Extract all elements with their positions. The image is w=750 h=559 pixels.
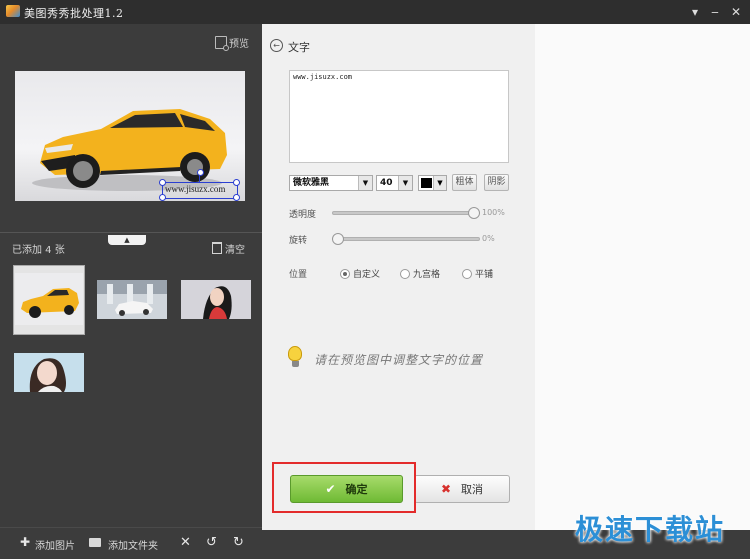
close-button[interactable]: ✕ bbox=[727, 3, 745, 21]
resize-handle-tl[interactable] bbox=[159, 179, 166, 186]
preview-image[interactable]: www.jisuzx.com bbox=[15, 71, 245, 201]
preview-icon bbox=[215, 36, 229, 51]
radio-custom[interactable]: 自定义 bbox=[340, 267, 380, 280]
lightbulb-base bbox=[292, 361, 299, 367]
hint-text: 请在预览图中调整文字的位置 bbox=[314, 353, 484, 367]
color-swatch bbox=[421, 178, 432, 188]
confirm-highlight-box bbox=[272, 462, 416, 513]
rotate-label: 旋转 bbox=[289, 236, 308, 246]
thumbnail-portrait-2-image bbox=[14, 353, 84, 392]
thumbnail-portrait-1[interactable] bbox=[181, 280, 251, 319]
thumbnail-portrait-2[interactable] bbox=[14, 353, 84, 392]
add-icon: ✚ bbox=[20, 535, 31, 549]
radio-grid[interactable]: 九宫格 bbox=[400, 267, 440, 280]
thumbnail-car-yellow-image bbox=[15, 273, 83, 325]
bold-button[interactable]: 粗体 bbox=[452, 174, 477, 191]
thumbnail-car-white[interactable] bbox=[97, 280, 167, 319]
watermark-text: www.jisuzx.com bbox=[165, 184, 226, 194]
position-label: 位置 bbox=[289, 270, 308, 280]
cancel-label: 取消 bbox=[461, 483, 484, 496]
window-title: 美图秀秀批处理1.2 bbox=[24, 7, 124, 20]
delete-icon[interactable]: ✕ bbox=[180, 535, 191, 550]
radio-custom-dot bbox=[340, 269, 350, 279]
radio-tile-label: 平铺 bbox=[475, 270, 494, 280]
add-image-button[interactable]: 添加图片 bbox=[35, 537, 75, 552]
add-folder-button[interactable]: 添加文件夹 bbox=[108, 537, 158, 552]
clear-label: 清空 bbox=[225, 245, 245, 256]
back-arrow-icon[interactable]: ← bbox=[270, 39, 283, 52]
color-picker[interactable]: ▼ bbox=[418, 175, 447, 191]
shadow-button[interactable]: 阴影 bbox=[484, 174, 509, 191]
resize-handle-bl[interactable] bbox=[159, 194, 166, 201]
opacity-slider-thumb[interactable] bbox=[468, 207, 480, 219]
collapse-button[interactable]: ▲ bbox=[108, 235, 146, 245]
size-dropdown-icon: ▼ bbox=[398, 176, 412, 190]
image-count: 已添加 4 张 bbox=[12, 245, 65, 256]
rotate-slider-track[interactable] bbox=[332, 237, 480, 241]
menu-button[interactable]: ▾ bbox=[686, 3, 704, 21]
preview-button[interactable]: 预览 bbox=[215, 35, 249, 51]
clear-button[interactable]: 清空 bbox=[212, 241, 245, 256]
resize-handle-tr[interactable] bbox=[233, 179, 240, 186]
color-dropdown-icon: ▼ bbox=[433, 176, 446, 190]
preview-label: 预览 bbox=[229, 39, 249, 50]
rotate-handle[interactable] bbox=[197, 169, 204, 176]
divider bbox=[0, 232, 262, 233]
watermark-selection-box[interactable]: www.jisuzx.com bbox=[162, 182, 238, 199]
right-blank-area bbox=[535, 24, 750, 530]
cancel-button[interactable]: ✖ 取消 bbox=[414, 475, 510, 503]
lightbulb-icon bbox=[288, 346, 302, 361]
trash-icon bbox=[212, 242, 222, 254]
opacity-label: 透明度 bbox=[289, 210, 317, 220]
hint-area: 请在预览图中调整文字的位置 bbox=[288, 344, 528, 374]
font-select[interactable]: 微软雅黑 ▼ bbox=[289, 175, 373, 191]
thumbnail-portrait-1-image bbox=[181, 280, 251, 319]
radio-tile-dot bbox=[462, 269, 472, 279]
radio-custom-label: 自定义 bbox=[353, 270, 381, 280]
minimize-button[interactable]: ‒ bbox=[706, 3, 724, 21]
thumbnail-car-yellow[interactable] bbox=[13, 265, 85, 335]
cancel-x-icon: ✖ bbox=[440, 482, 452, 496]
title-bar: 美图秀秀批处理1.2 ▾ ‒ ✕ bbox=[0, 0, 750, 24]
text-settings-panel: ← 文字 www.jisuzx.com 微软雅黑 ▼ 40 ▼ ▼ 粗体 阴影 … bbox=[262, 24, 535, 530]
size-value: 40 bbox=[380, 178, 393, 188]
text-input[interactable]: www.jisuzx.com bbox=[289, 70, 509, 163]
panel-title: 文字 bbox=[288, 41, 310, 54]
radio-grid-dot bbox=[400, 269, 410, 279]
bottom-toolbar: ✚ 添加图片 添加文件夹 ✕ ↺ ↻ bbox=[0, 527, 262, 559]
app-icon bbox=[6, 5, 20, 17]
size-select[interactable]: 40 ▼ bbox=[376, 175, 413, 191]
left-panel: 预览 www.jisuzx.com ▲ 已添加 4 张 清空 ✚ 添加图片 添加… bbox=[0, 24, 262, 558]
site-watermark: 极速下载站 bbox=[575, 513, 726, 546]
font-value: 微软雅黑 bbox=[293, 178, 330, 188]
thumbnail-car-white-image bbox=[97, 280, 167, 319]
rotate-right-icon[interactable]: ↻ bbox=[233, 535, 244, 550]
opacity-slider-track[interactable] bbox=[332, 211, 480, 215]
opacity-value: 100% bbox=[482, 208, 505, 217]
font-dropdown-icon: ▼ bbox=[358, 176, 372, 190]
radio-grid-label: 九宫格 bbox=[413, 270, 441, 280]
resize-handle-br[interactable] bbox=[233, 194, 240, 201]
folder-icon bbox=[89, 538, 101, 547]
rotate-value: 0% bbox=[482, 234, 495, 243]
radio-tile[interactable]: 平铺 bbox=[462, 267, 493, 280]
rotate-left-icon[interactable]: ↺ bbox=[206, 535, 217, 550]
rotate-slider-thumb[interactable] bbox=[332, 233, 344, 245]
